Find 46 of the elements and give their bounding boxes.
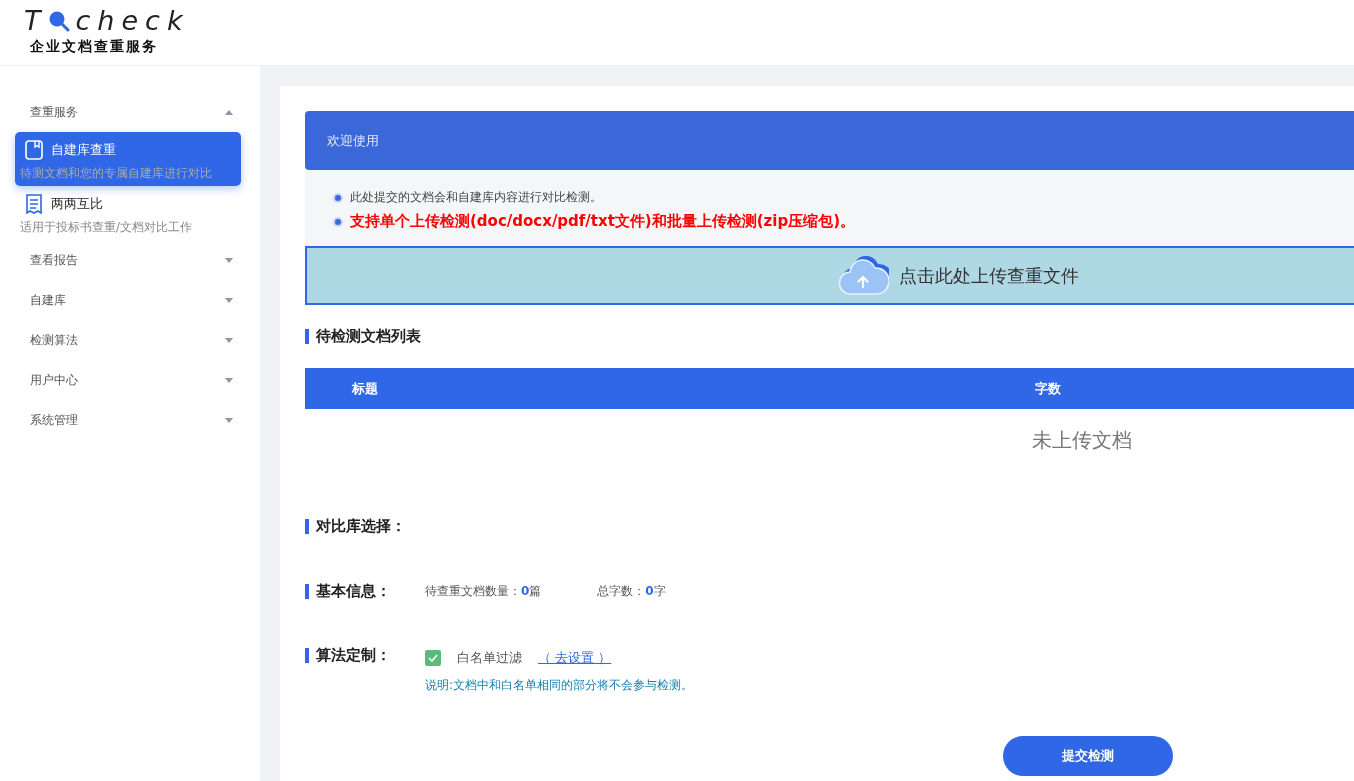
column-header: 字数 [1035,379,1061,398]
logo-text: check [75,6,190,36]
section-label: 系统管理 [30,412,78,429]
section-label: 查看报告 [30,252,78,269]
bullet-icon [335,218,341,225]
logo-subtitle: 企业文档查重服务 [29,37,159,56]
item-description: 适用于投标书查重/文档对比工作 [20,219,193,236]
welcome-banner: 欢迎使用 [305,111,1354,170]
document-icon [25,194,43,214]
column-header: 标题 [351,379,379,398]
word-count: 总字数：0字 [597,583,666,600]
checkbox[interactable] [425,649,441,666]
submit-button[interactable]: 提交检测 [1003,735,1173,776]
item-label: 自建库查重 [50,141,116,159]
logo-text: T [24,6,48,36]
notice-text: 此处提交的文档会和自建库内容进行对比检测。 [350,190,602,204]
checkbox-label: 白名单过滤 [457,649,522,667]
section-label: 自建库 [30,292,66,309]
menu-section[interactable]: 系统管理 [0,400,260,440]
menu-section[interactable]: 查重服务 [0,92,260,132]
note-text: 说明:文档中和白名单相同的部分将不会参与检测。 [425,676,694,694]
upload-area[interactable]: 点击此处上传查重文件 [305,246,1354,305]
menu-item[interactable]: 自建库查重 待测文档和您的专属自建库进行对比 [15,132,241,186]
menu-section[interactable]: 用户中心 [0,360,260,400]
menu-item[interactable]: 两两互比 适用于投标书查重/文档对比工作 [15,186,241,240]
empty-message: 未上传文档 [1032,428,1132,452]
bullet-icon [335,194,341,201]
cloud-upload-icon [837,255,889,296]
section-title: 待检测文档列表 [305,329,1354,344]
menu-section[interactable]: 检测算法 [0,320,260,360]
settings-link[interactable]: （ 去设置 ） [538,648,612,668]
menu-section[interactable]: 查看报告 [0,240,260,280]
section-label: 用户中心 [30,372,78,389]
bookmark-icon [25,140,43,160]
section-label: 查重服务 [30,104,78,121]
section-label: 检测算法 [30,332,78,349]
document-count: 待查重文档数量：0篇 [425,583,542,600]
check-icon [428,653,438,662]
upload-label: 点击此处上传查重文件 [899,264,1079,288]
section-title: 基本信息： [305,583,425,599]
magnifier-icon [47,10,70,32]
item-label: 两两互比 [50,195,103,213]
section-title: 对比库选择： [305,519,1354,534]
menu-section[interactable]: 自建库 [0,280,260,320]
notice-emphasis: 支持单个上传检测(doc/docx/pdf/txt文件)和批量上传检测(zip压缩包)。 [350,212,856,230]
item-description: 待测文档和您的专属自建库进行对比 [20,165,213,182]
